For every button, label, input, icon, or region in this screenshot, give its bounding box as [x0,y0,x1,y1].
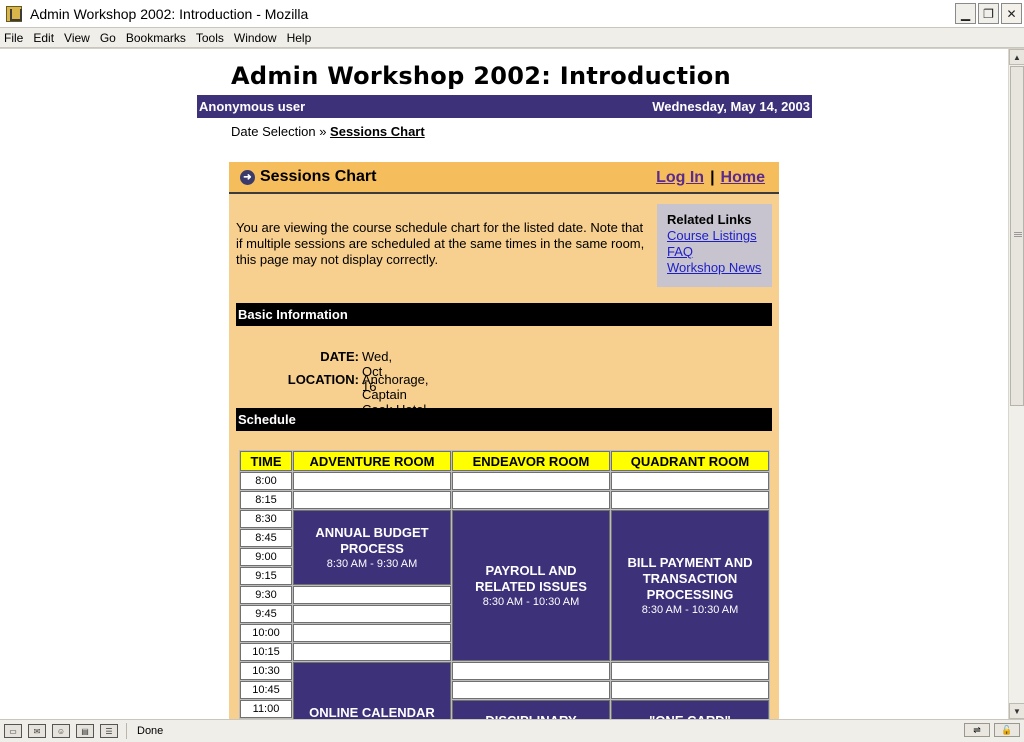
time-slot: 10:15 [240,643,292,661]
session-annual-budget[interactable]: ANNUAL BUDGET PROCESS 8:30 AM - 9:30 AM [293,510,451,585]
time-slot: 10:30 [240,662,292,680]
close-button[interactable]: ✕ [1001,3,1022,24]
session-time: 8:30 AM - 9:30 AM [326,558,418,570]
session-time: 8:30 AM - 10:30 AM [482,596,580,608]
empty-slot[interactable] [293,491,451,509]
session-title: PAYROLL AND RELATED ISSUES [475,563,587,594]
faq-link[interactable]: FAQ [667,244,772,260]
course-listings-link[interactable]: Course Listings [667,228,772,244]
scroll-up-icon[interactable]: ▲ [1009,49,1024,65]
empty-slot[interactable] [611,681,769,699]
user-name: Anonymous user [199,99,306,114]
schedule-table: TIME ADVENTURE ROOM ENDEAVOR ROOM QUADRA… [239,450,770,742]
empty-slot[interactable] [452,472,610,490]
link-separator: | [710,169,715,186]
session-title: BILL PAYMENT AND TRANSACTION PROCESSING [627,555,753,602]
menu-file[interactable]: File [4,31,23,45]
window-titlebar: Admin Workshop 2002: Introduction - Mozi… [0,0,1024,28]
minimize-button[interactable]: ▁ [955,3,976,24]
session-title: ANNUAL BUDGET PROCESS [315,525,429,556]
composer-icon[interactable]: ▤ [76,724,94,738]
empty-slot[interactable] [452,491,610,509]
status-text: Done [137,725,164,737]
time-slot: 10:00 [240,624,292,642]
panel-title: Sessions Chart [260,168,377,185]
schedule-heading: Schedule [236,408,772,431]
current-date: Wednesday, May 14, 2003 [652,99,810,114]
location-label: LOCATION: [287,372,359,387]
empty-slot[interactable] [611,472,769,490]
restore-button[interactable]: ❐ [978,3,999,24]
basic-information-heading: Basic Information [236,303,772,326]
breadcrumb-date-selection[interactable]: Date Selection [231,124,316,139]
breadcrumb-current[interactable]: Sessions Chart [330,124,425,139]
empty-slot[interactable] [611,491,769,509]
menu-window[interactable]: Window [234,31,277,45]
online-status-icon[interactable]: ⇌ [964,723,990,737]
time-slot: 9:30 [240,586,292,604]
empty-slot[interactable] [293,472,451,490]
menu-bookmarks[interactable]: Bookmarks [126,31,186,45]
chat-icon[interactable]: ☺ [52,724,70,738]
empty-slot[interactable] [293,624,451,642]
empty-slot[interactable] [452,681,610,699]
empty-slot[interactable] [293,643,451,661]
session-bill-payment[interactable]: BILL PAYMENT AND TRANSACTION PROCESSING … [611,510,769,661]
menu-go[interactable]: Go [100,31,116,45]
empty-slot[interactable] [611,662,769,680]
session-time: 8:30 AM - 10:30 AM [641,604,739,616]
header-time: TIME [240,451,292,471]
header-quadrant-room: QUADRANT ROOM [611,451,769,471]
time-slot: 9:15 [240,567,292,585]
time-slot: 8:15 [240,491,292,509]
date-label: DATE: [320,349,359,364]
related-links-heading: Related Links [667,212,752,227]
mail-icon[interactable]: ✉ [28,724,46,738]
security-lock-icon[interactable]: 🔓 [994,723,1020,737]
time-slot: 10:45 [240,681,292,699]
breadcrumb: Date Selection » Sessions Chart [231,124,425,139]
panel-header: ➜ Sessions Chart Log In | Home [229,162,779,194]
arrow-circle-icon: ➜ [240,169,255,185]
header-endeavor-room: ENDEAVOR ROOM [452,451,610,471]
menu-view[interactable]: View [64,31,90,45]
mozilla-app-icon [6,5,22,22]
intro-text: You are viewing the course schedule char… [236,220,645,267]
scroll-down-icon[interactable]: ▼ [1009,703,1024,719]
empty-slot[interactable] [293,586,451,604]
time-slot: 9:00 [240,548,292,566]
user-bar: Anonymous user Wednesday, May 14, 2003 [197,95,812,118]
vertical-scrollbar[interactable]: ▲ ▼ [1008,49,1024,719]
home-link[interactable]: Home [721,169,765,186]
address-book-icon[interactable]: ☰ [100,724,118,738]
menu-bar: File Edit View Go Bookmarks Tools Window… [0,28,1024,48]
empty-slot[interactable] [293,605,451,623]
page-title: Admin Workshop 2002: Introduction [231,62,731,90]
workshop-news-link[interactable]: Workshop News [667,260,772,276]
header-adventure-room: ADVENTURE ROOM [293,451,451,471]
time-slot: 11:00 [240,700,292,718]
time-slot: 9:45 [240,605,292,623]
menu-tools[interactable]: Tools [196,31,224,45]
menu-edit[interactable]: Edit [33,31,54,45]
menu-help[interactable]: Help [287,31,312,45]
scroll-thumb[interactable] [1010,66,1024,406]
status-bar: ▭ ✉ ☺ ▤ ☰ Done ⇌ 🔓 [0,719,1024,742]
navigator-icon[interactable]: ▭ [4,724,22,738]
window-title: Admin Workshop 2002: Introduction - Mozi… [30,5,309,22]
empty-slot[interactable] [452,662,610,680]
time-slot: 8:30 [240,510,292,528]
session-payroll[interactable]: PAYROLL AND RELATED ISSUES 8:30 AM - 10:… [452,510,610,661]
breadcrumb-separator: » [319,124,327,139]
login-link[interactable]: Log In [656,169,704,186]
related-links-box: Related Links Course Listings FAQ Worksh… [657,204,772,287]
time-slot: 8:00 [240,472,292,490]
time-slot: 8:45 [240,529,292,547]
